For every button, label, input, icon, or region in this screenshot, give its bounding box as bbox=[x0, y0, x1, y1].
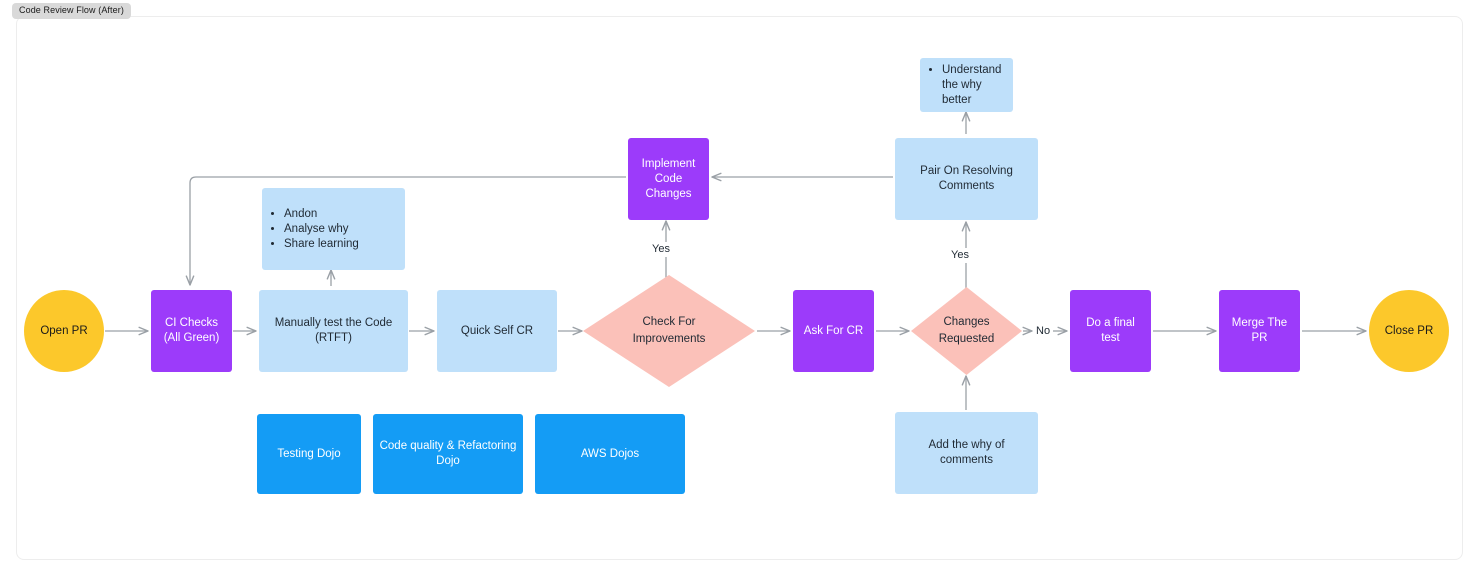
node-open-pr-label: Open PR bbox=[40, 324, 88, 337]
edge-implement-to-ci bbox=[185, 176, 626, 286]
bullet-share-learning: Share learning bbox=[284, 237, 359, 252]
node-quick-self-cr[interactable]: Quick Self CR bbox=[437, 290, 557, 372]
bullet-andon: Andon bbox=[284, 207, 359, 222]
node-ci-checks-label: CI Checks (All Green) bbox=[158, 316, 226, 346]
node-pair-line1: Pair On Resolving bbox=[920, 165, 1013, 177]
node-check-improve-line2: Improvements bbox=[632, 333, 706, 345]
node-do-a-final-test[interactable]: Do a final test bbox=[1070, 290, 1151, 372]
node-code-quality-refactoring-dojo[interactable]: Code quality & Refactoring Dojo bbox=[373, 414, 523, 494]
node-ask-for-cr-label: Ask For CR bbox=[803, 324, 864, 337]
diagram-title-tab[interactable]: Code Review Flow (After) bbox=[12, 3, 131, 19]
node-close-pr-label: Close PR bbox=[1384, 324, 1434, 337]
node-ask-for-cr[interactable]: Ask For CR bbox=[793, 290, 874, 372]
node-andon-notes[interactable]: Andon Analyse why Share learning bbox=[262, 188, 405, 270]
node-implement-code-changes[interactable]: Implement Code Changes bbox=[628, 138, 709, 220]
node-manual-test[interactable]: Manually test the Code (RTFT) bbox=[259, 290, 408, 372]
node-manual-test-label: Manually test the Code (RTFT) bbox=[269, 316, 399, 346]
node-changes-requested[interactable]: Changes Requested bbox=[911, 287, 1022, 375]
diagram-canvas: Code Review Flow (After) Open PR CI Chec… bbox=[0, 0, 1480, 576]
edge-label-yes-changes: Yes bbox=[948, 248, 972, 263]
node-testing-dojo[interactable]: Testing Dojo bbox=[257, 414, 361, 494]
node-merge-the-pr[interactable]: Merge The PR bbox=[1219, 290, 1300, 372]
node-check-for-improvements-label: Check For Improvements bbox=[633, 314, 706, 348]
node-understand-bullets: Understand the why better bbox=[920, 63, 1013, 108]
node-quality-dojo-line1: Code quality & Refactoring bbox=[379, 440, 517, 452]
node-ci-checks[interactable]: CI Checks (All Green) bbox=[151, 290, 232, 372]
node-check-for-improvements[interactable]: Check For Improvements bbox=[583, 275, 755, 387]
bullet-understand-why: Understand the why better bbox=[942, 63, 1007, 108]
node-andon-bullets: Andon Analyse why Share learning bbox=[262, 207, 365, 252]
node-changes-requested-label: Changes Requested bbox=[939, 314, 995, 348]
node-changes-req-line1: Changes bbox=[943, 316, 990, 328]
node-manual-test-line1: Manually test the Code bbox=[274, 317, 393, 329]
node-do-a-final-test-label: Do a final test bbox=[1086, 317, 1135, 344]
node-manual-test-line2: (RTFT) bbox=[315, 332, 352, 344]
node-close-pr[interactable]: Close PR bbox=[1369, 290, 1449, 372]
node-aws-dojos[interactable]: AWS Dojos bbox=[535, 414, 685, 494]
bullet-analyse-why: Analyse why bbox=[284, 222, 359, 237]
edge-label-yes-improvements: Yes bbox=[649, 242, 673, 257]
node-quality-dojo-line2: Dojo bbox=[436, 455, 460, 467]
node-pair-on-resolving-comments[interactable]: Pair On Resolving Comments bbox=[895, 138, 1038, 220]
node-understand-the-why-better[interactable]: Understand the why better bbox=[920, 58, 1013, 112]
node-merge-the-pr-label: Merge The PR bbox=[1231, 317, 1288, 344]
node-pair-line2: Comments bbox=[938, 180, 995, 192]
node-quick-self-cr-label: Quick Self CR bbox=[460, 324, 534, 337]
node-aws-dojos-label: AWS Dojos bbox=[580, 447, 640, 460]
node-open-pr[interactable]: Open PR bbox=[24, 290, 104, 372]
node-implement-line1: Implement bbox=[641, 157, 696, 170]
node-code-quality-refactoring-dojo-label: Code quality & Refactoring Dojo bbox=[374, 439, 523, 469]
node-ci-checks-line1: CI Checks bbox=[164, 317, 219, 329]
node-pair-on-resolving-comments-label: Pair On Resolving Comments bbox=[914, 164, 1019, 194]
node-changes-req-line2: Requested bbox=[938, 333, 995, 345]
node-implement-line2: Code Changes bbox=[645, 172, 692, 200]
node-add-the-why-of-comments[interactable]: Add the why of comments bbox=[895, 412, 1038, 494]
node-implement-code-changes-label: Implement Code Changes bbox=[628, 157, 709, 202]
node-add-the-why-of-comments-label: Add the why of comments bbox=[928, 439, 1005, 466]
edge-label-no-changes: No bbox=[1033, 324, 1054, 339]
node-ci-checks-line2: (All Green) bbox=[163, 332, 220, 344]
node-testing-dojo-label: Testing Dojo bbox=[277, 447, 341, 460]
node-check-improve-line1: Check For bbox=[642, 316, 696, 328]
